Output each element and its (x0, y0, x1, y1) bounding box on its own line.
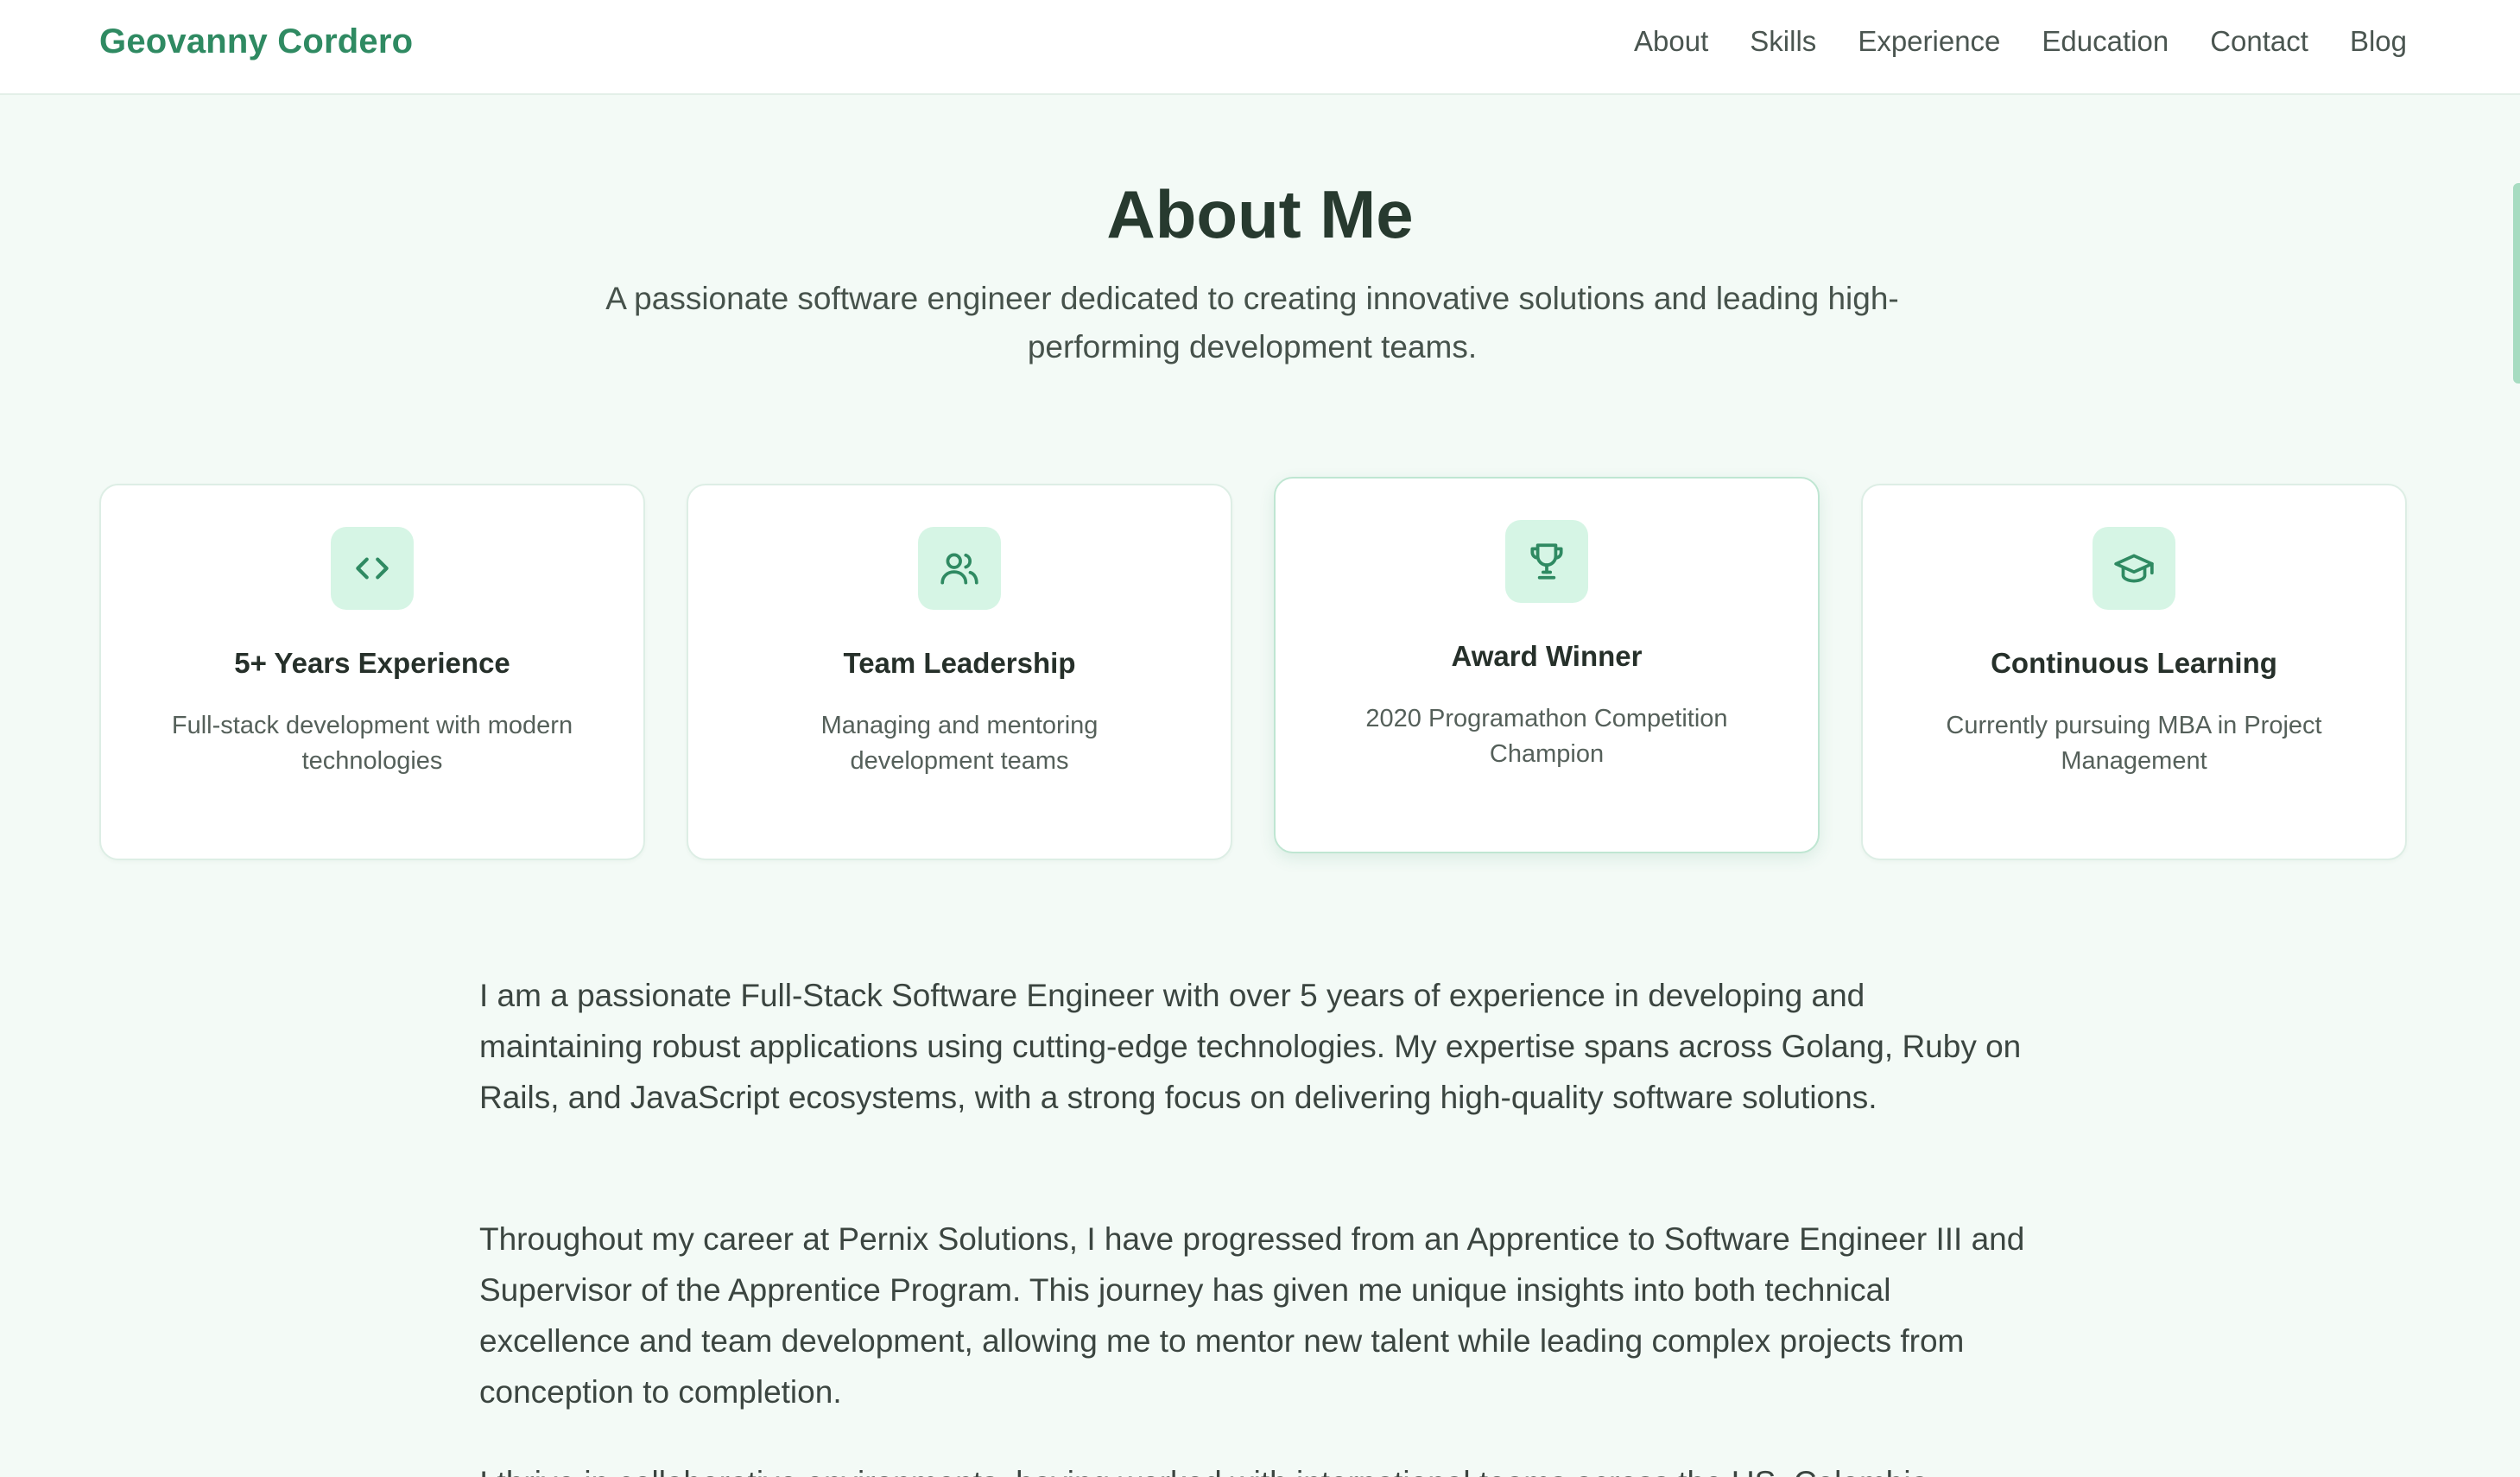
card-description: Full-stack development with modern techn… (171, 712, 573, 775)
main-nav: About Skills Experience Education Contac… (1634, 19, 2407, 64)
card-award-winner: Award Winner 2020 Programathon Competiti… (1274, 477, 1820, 853)
code-icon (331, 527, 414, 610)
card-description: Currently pursuing MBA in Project Manage… (1946, 712, 2322, 775)
card-title: Award Winner (1451, 640, 1643, 672)
card-team-leadership: Team Leadership Managing and mentoring d… (687, 484, 1232, 860)
about-paragraph-1: I am a passionate Full-Stack Software En… (479, 978, 2022, 1115)
card-experience: 5+ Years Experience Full-stack developme… (99, 484, 645, 860)
card-title: Continuous Learning (1991, 647, 2277, 679)
nav-link-experience[interactable]: Experience (1858, 19, 2000, 64)
card-continuous-learning: Continuous Learning Currently pursuing M… (1861, 484, 2407, 860)
card-description: 2020 Programathon Competition Champion (1365, 705, 1728, 768)
nav-link-skills[interactable]: Skills (1750, 19, 1816, 64)
card-title: Team Leadership (843, 647, 1076, 679)
graduation-cap-icon (2093, 527, 2175, 610)
card-title: 5+ Years Experience (234, 647, 510, 679)
page: Geovanny Cordero About Skills Experience… (0, 0, 2520, 1477)
trophy-icon (1505, 520, 1588, 603)
brand-logo-link[interactable]: Geovanny Cordero (99, 19, 413, 64)
users-icon (918, 527, 1001, 610)
about-paragraph-3: I thrive in collaborative environments, … (479, 1457, 2034, 1477)
nav-link-education[interactable]: Education (2042, 19, 2169, 64)
about-paragraph-2: Throughout my career at Pernix Solutions… (479, 1221, 2025, 1410)
card-description: Managing and mentoring development teams (820, 712, 1099, 775)
nav-link-about[interactable]: About (1634, 19, 1708, 64)
nav-link-contact[interactable]: Contact (2210, 19, 2308, 64)
nav-link-blog[interactable]: Blog (2350, 19, 2407, 64)
about-section-title: About Me (1106, 176, 1414, 252)
site-header: Geovanny Cordero About Skills Experience… (0, 0, 2520, 95)
about-section-subtitle: A passionate software engineer dedicated… (605, 281, 1899, 364)
